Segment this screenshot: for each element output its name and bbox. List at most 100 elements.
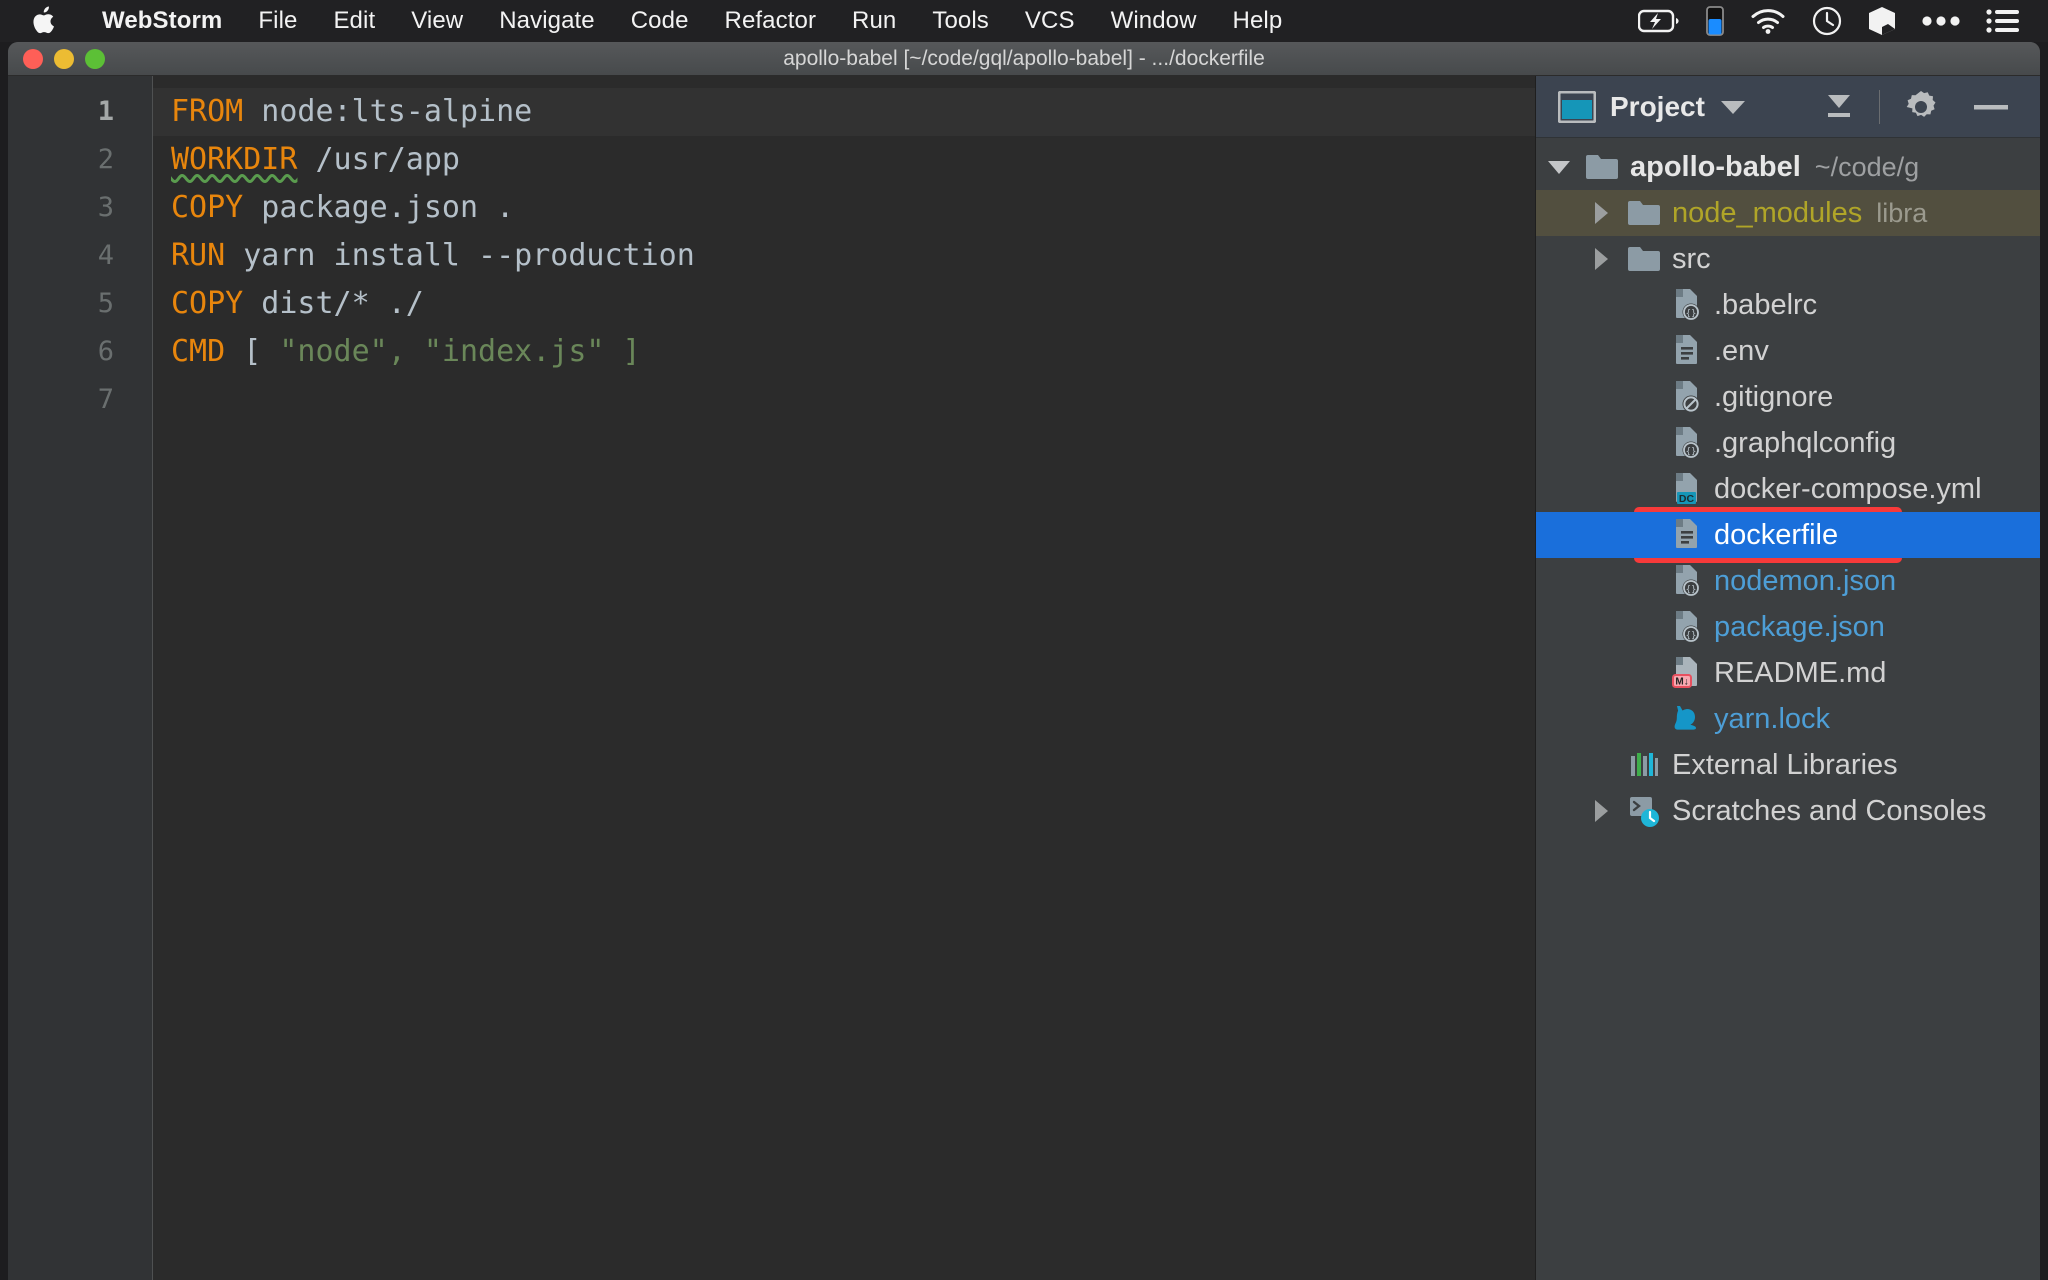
main-split: 1234567 FROM node:lts-alpine WORKDIR /usr… — [8, 76, 2040, 1280]
json-file-icon: {} — [1666, 564, 1706, 598]
menu-item-tools[interactable]: Tools — [914, 7, 1007, 35]
tree-row[interactable]: {} .graphqlconfig — [1536, 420, 2040, 466]
code-line[interactable] — [153, 376, 1535, 424]
svg-text:M↓: M↓ — [1675, 677, 1688, 688]
clock-icon[interactable] — [1812, 6, 1842, 36]
ellipsis-icon[interactable] — [1922, 15, 1960, 27]
menu-item-view[interactable]: View — [393, 7, 481, 35]
tree-row[interactable]: yarn.lock — [1536, 696, 2040, 742]
docker-compose-file-icon: DC — [1666, 472, 1706, 506]
tree-row[interactable]: src — [1536, 236, 2040, 282]
minimize-button[interactable] — [54, 48, 74, 69]
tree-item-label: node_modules — [1672, 196, 1863, 229]
chevron-right-icon[interactable] — [1578, 200, 1624, 226]
code-token: RUN — [171, 238, 226, 273]
webstorm-window: apollo-babel [~/code/gql/apollo-babel] -… — [8, 42, 2040, 1280]
project-file-tree[interactable]: apollo-babel ~/code/g node_modules libra src… — [1536, 138, 2040, 1280]
code-line[interactable]: WORKDIR /usr/app — [153, 136, 1535, 184]
tree-item-label: package.json — [1714, 610, 1885, 643]
line-number: 7 — [97, 384, 114, 415]
line-number: 1 — [97, 96, 114, 127]
svg-text:{}: {} — [1686, 631, 1697, 641]
libraries-bars-icon — [1624, 750, 1664, 780]
code-line[interactable]: FROM node:lts-alpine — [153, 88, 1535, 136]
apple-logo-icon[interactable] — [30, 6, 56, 36]
code-token: [ — [243, 334, 262, 369]
tree-item-label: nodemon.json — [1714, 564, 1897, 597]
tree-row[interactable]: {} package.json — [1536, 604, 2040, 650]
menu-item-navigate[interactable]: Navigate — [481, 7, 613, 35]
settings-gear-icon[interactable] — [1886, 88, 1956, 126]
wifi-icon[interactable] — [1750, 8, 1786, 34]
svg-text:DC: DC — [1679, 493, 1695, 505]
code-line[interactable]: COPY dist/* ./ — [153, 280, 1535, 328]
menu-item-refactor[interactable]: Refactor — [707, 7, 835, 35]
macos-menu-bar: WebStorm File Edit View Navigate Code Refactor… — [0, 0, 2048, 42]
code-line[interactable]: COPY package.json . — [153, 184, 1535, 232]
markdown-file-icon: M↓ — [1666, 656, 1706, 690]
tree-row[interactable]: External Libraries — [1536, 742, 2040, 788]
code-line[interactable]: RUN yarn install --production — [153, 232, 1535, 280]
project-panel-header: Project — [1536, 76, 2040, 138]
tree-row[interactable]: DC docker-compose.yml — [1536, 466, 2040, 512]
code-token: /usr/app — [297, 142, 460, 177]
folder-icon — [1624, 199, 1664, 227]
tree-row[interactable]: .gitignore — [1536, 374, 2040, 420]
menu-item-vcs[interactable]: VCS — [1007, 7, 1093, 35]
hide-panel-icon[interactable] — [1956, 100, 2026, 114]
code-token: COPY — [171, 190, 244, 225]
tree-row[interactable]: M↓ README.md — [1536, 650, 2040, 696]
code-token: node:lts-alpine — [243, 94, 533, 129]
chevron-down-icon[interactable] — [1536, 157, 1582, 177]
project-window-icon — [1558, 90, 1596, 123]
collapse-all-icon[interactable] — [1805, 90, 1873, 124]
tree-item-label: .babelrc — [1714, 288, 1818, 321]
tree-item-label: .graphqlconfig — [1714, 426, 1897, 459]
chevron-right-icon[interactable] — [1578, 798, 1624, 824]
yarn-cat-icon — [1666, 702, 1706, 736]
tree-row[interactable]: {} .babelrc — [1536, 282, 2040, 328]
control-center-list-icon[interactable] — [1986, 8, 2020, 34]
close-button[interactable] — [23, 48, 43, 69]
editor-gutter[interactable]: 1 2 3 4 5 6 7 — [8, 76, 153, 1280]
chevron-right-icon[interactable] — [1578, 246, 1624, 272]
svg-text:{}: {} — [1686, 447, 1697, 457]
zoom-button[interactable] — [85, 48, 105, 69]
tree-row[interactable]: dockerfile — [1536, 512, 2040, 558]
tree-row[interactable]: .env — [1536, 328, 2040, 374]
menu-item-edit[interactable]: Edit — [315, 7, 393, 35]
tree-item-label: dockerfile — [1714, 518, 1839, 551]
json-file-icon: {} — [1666, 288, 1706, 322]
chevron-down-icon[interactable] — [1719, 98, 1747, 116]
code-token: COPY — [171, 286, 244, 321]
menu-item-run[interactable]: Run — [834, 7, 914, 35]
tree-row[interactable]: Scratches and Consoles — [1536, 788, 2040, 834]
editor-code-area[interactable]: FROM node:lts-alpine WORKDIR /usr/app COPY… — [153, 76, 1535, 1280]
json-file-icon: {} — [1666, 610, 1706, 644]
menu-item-help[interactable]: Help — [1215, 7, 1301, 35]
code-line[interactable]: CMD [ "node", "index.js" ] — [153, 328, 1535, 376]
traffic-lights — [23, 48, 105, 69]
svg-text:{}: {} — [1686, 585, 1697, 595]
code-token: yarn install --production — [225, 238, 695, 273]
cube-icon[interactable] — [1868, 6, 1896, 36]
menu-item-webstorm[interactable]: WebStorm — [84, 7, 240, 35]
line-number: 4 — [97, 240, 114, 271]
code-editor[interactable]: 1234567 FROM node:lts-alpine WORKDIR /usr… — [8, 76, 1536, 1280]
json-file-icon: {} — [1666, 426, 1706, 460]
tree-item-label: README.md — [1714, 656, 1887, 689]
blue-level-indicator-icon[interactable] — [1706, 6, 1724, 36]
header-divider — [1879, 89, 1880, 124]
tree-item-label: .env — [1714, 334, 1769, 367]
menu-item-window[interactable]: Window — [1093, 7, 1215, 35]
menu-bar-status-icons — [1638, 6, 2048, 36]
menu-item-file[interactable]: File — [240, 7, 315, 35]
code-token: "node", "index.js" — [261, 334, 623, 369]
project-panel-title: Project — [1610, 90, 1705, 122]
menu-item-code[interactable]: Code — [613, 7, 707, 35]
tree-row[interactable]: node_modules libra — [1536, 190, 2040, 236]
battery-charging-icon[interactable] — [1638, 9, 1680, 33]
tree-row[interactable]: {} nodemon.json — [1536, 558, 2040, 604]
tree-row[interactable]: apollo-babel ~/code/g — [1536, 144, 2040, 190]
